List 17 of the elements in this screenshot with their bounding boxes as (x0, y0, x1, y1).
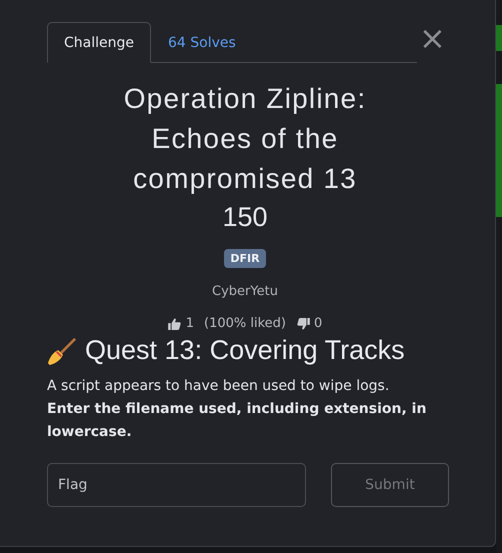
like-count: 1 (186, 316, 194, 331)
instruction-text: Enter the filename used, including extension, in lowercase. (47, 400, 428, 442)
challenge-title: Operation Zipline: Echoes of the compromised 13 (122, 82, 368, 196)
category-badge: DFIR (224, 249, 266, 268)
description-text: A script appears to have been used to wipe logs. (47, 377, 390, 396)
thumbs-down-icon[interactable] (296, 318, 310, 330)
challenge-author: CyberYetu (212, 284, 278, 299)
tab[interactable]: Challenge (47, 22, 151, 63)
broom-icon (47, 336, 77, 366)
tab[interactable]: 64 Solves (151, 22, 253, 63)
challenge-points: 150 (222, 201, 268, 234)
quest-heading: Quest 13: Covering Tracks (85, 335, 405, 366)
close-button[interactable]: × (419, 22, 443, 48)
liked-percentage: (100% liked) (204, 316, 286, 331)
thumbs-up-icon[interactable] (168, 318, 182, 330)
flag-input-field[interactable]: Flag (47, 463, 306, 507)
dislike-count: 0 (314, 316, 322, 331)
